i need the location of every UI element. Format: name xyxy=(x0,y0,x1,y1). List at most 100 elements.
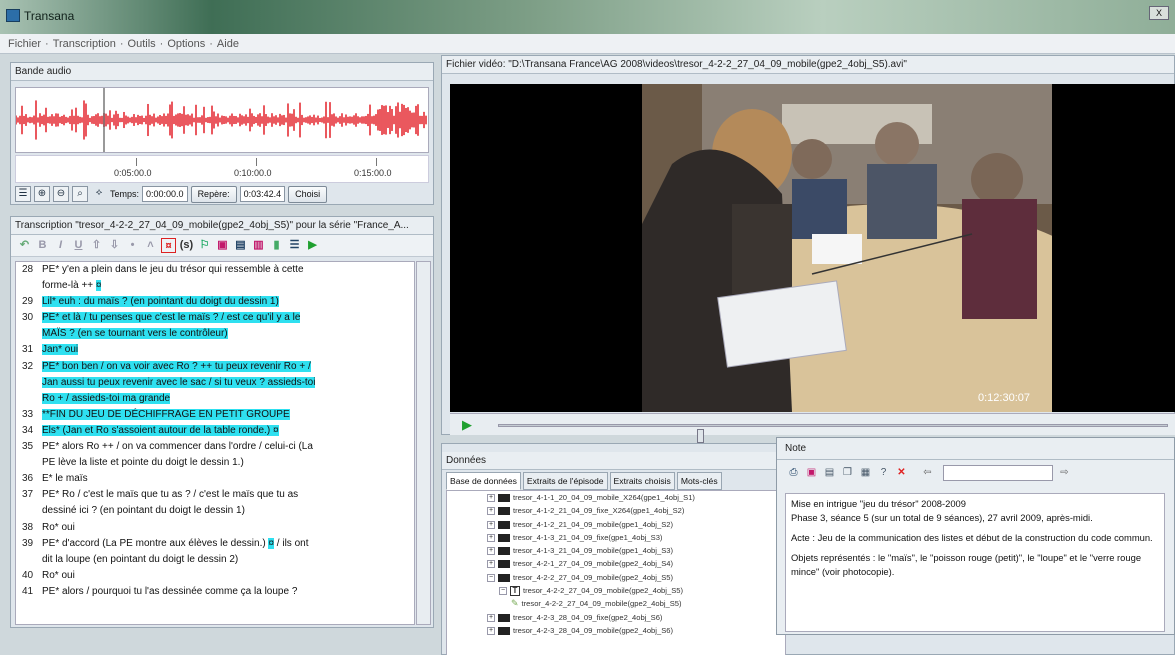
menu-item-transcription[interactable]: Transcription xyxy=(53,38,116,50)
line-number: 33 xyxy=(22,408,34,420)
expand-icon[interactable]: + xyxy=(487,494,495,502)
close-icon[interactable]: ✕ xyxy=(895,466,908,480)
transcript-line[interactable]: 31 Jan* oui xyxy=(16,342,414,358)
tree-item-label: tresor_4-1-3_21_04_09_fixe(gpe1_4obj_S3) xyxy=(513,532,663,542)
italic-icon[interactable]: I xyxy=(53,238,68,253)
tab-extraits-choisis[interactable]: Extraits choisis xyxy=(609,472,675,490)
transcript-line[interactable]: 37 PE* Ro / c'est le maïs que tu as ? / c… xyxy=(16,487,414,503)
tab-mots-cles[interactable]: Mots-clés xyxy=(676,472,722,490)
expand-icon[interactable]: + xyxy=(487,547,495,556)
window-close-button[interactable]: X xyxy=(1149,6,1169,20)
transcript-line[interactable]: 30 PE* et là / tu penses que c'est le maï… xyxy=(16,310,414,326)
transcript-line[interactable]: dessiné ici ? (en pointant du doigt le d… xyxy=(16,503,414,519)
caret-icon[interactable]: ˄ xyxy=(143,238,158,253)
play-icon[interactable]: ▶ xyxy=(305,238,320,253)
expand-icon[interactable]: − xyxy=(487,573,495,582)
menu-item-outils[interactable]: Outils xyxy=(128,38,156,50)
database-tree[interactable]: + tresor_4-1-1_20_04_09_mobile_X264(gpe1_… xyxy=(446,490,786,655)
tree-item[interactable]: − Ttresor_4-2-2_27_04_09_mobile(gpe2_4obj… xyxy=(447,584,785,597)
save-icon[interactable]: ▣ xyxy=(805,466,818,480)
tree-item[interactable]: ✎ tresor_4-2-2_27_04_09_mobile(gpe2_4obj_… xyxy=(447,597,785,610)
line-number: 36 xyxy=(22,473,34,485)
tree-item[interactable]: + tresor_4-2-1_27_04_09_mobile(gpe2_4obj_… xyxy=(447,557,785,570)
tree-item[interactable]: + tresor_4-1-3_21_04_09_mobile(gpe1_4obj_… xyxy=(447,544,785,557)
transcript-line[interactable]: Ro + / assieds-toi ma grande xyxy=(16,391,414,407)
video-area[interactable]: 0:12:30:07 xyxy=(450,84,1175,412)
zoom-in-icon[interactable]: ⊕ xyxy=(34,186,50,202)
tree-item[interactable]: + tresor_4-2-3_28_04_09_mobile(gpe2_4obj_… xyxy=(447,624,785,637)
tree-item[interactable]: + tresor_4-1-1_20_04_09_mobile_X264(gpe1_… xyxy=(447,491,785,504)
note-text[interactable]: Mise en intrigue "jeu du trésor" 2008-20… xyxy=(785,493,1165,632)
video-play-button[interactable]: ▶ xyxy=(462,417,482,433)
tab-extraits-episode[interactable]: Extraits de l'épisode xyxy=(522,472,608,490)
transcription-scrollbar[interactable] xyxy=(416,261,431,625)
pointer-icon[interactable]: • xyxy=(125,238,140,253)
undo-icon[interactable]: ↶ xyxy=(17,238,32,253)
paste-icon[interactable]: ▦ xyxy=(859,466,872,480)
timecode-icon[interactable]: ¤ xyxy=(161,238,176,253)
list-icon[interactable]: ☰ xyxy=(15,186,31,202)
search-icon[interactable]: ⟡ xyxy=(91,186,107,202)
expand-icon[interactable]: + xyxy=(487,560,495,569)
transcript-line[interactable]: 35 PE* alors Ro ++ / on va commencer dans… xyxy=(16,439,414,455)
expand-icon[interactable]: + xyxy=(487,520,495,529)
tree-item[interactable]: + tresor_4-2-3_28_04_09_fixe(gpe2_4obj_S6… xyxy=(447,611,785,624)
expand-icon[interactable]: + xyxy=(487,507,495,516)
line-segment: Ro* oui xyxy=(42,569,75,581)
bold-icon[interactable]: B xyxy=(35,238,50,253)
transcript-line[interactable]: 39 PE* d'accord (La PE montre aux élèves … xyxy=(16,536,414,552)
transcription-text[interactable]: 28 PE* y'en a plein dans le jeu du trésor… xyxy=(15,261,415,625)
expand-icon[interactable]: + xyxy=(487,626,495,635)
repere-button[interactable]: Repère: xyxy=(190,185,237,203)
transcript-line[interactable]: 32 PE* bon ben / on va voir avec Ro ? ++ … xyxy=(16,359,414,375)
menu-item-fichier[interactable]: Fichier xyxy=(8,38,41,50)
expand-icon[interactable]: − xyxy=(499,587,507,596)
transcript-line[interactable]: 29 Lil* euh : du maïs ? (en pointant du d… xyxy=(16,294,414,310)
expand-icon[interactable]: + xyxy=(487,613,495,622)
people-icon[interactable]: ⚐ xyxy=(197,238,212,253)
menu-item-aide[interactable]: Aide xyxy=(217,38,239,50)
arrow-left-icon[interactable]: ⇦ xyxy=(921,466,934,480)
video-seek-bar[interactable] xyxy=(498,424,1168,443)
arrow-up-icon[interactable]: ⇧ xyxy=(89,238,104,253)
transcript-line[interactable]: 38 Ro* oui xyxy=(16,520,414,536)
note-search-input[interactable] xyxy=(943,465,1053,481)
zoom-icon[interactable]: ⌕ xyxy=(72,186,88,202)
transcript-line[interactable]: MAÏS ? (en se tournant vers le contrôleu… xyxy=(16,326,414,342)
document-icon[interactable]: ☰ xyxy=(287,238,302,253)
save-as-icon[interactable]: ▥ xyxy=(251,238,266,253)
underline-icon[interactable]: U xyxy=(71,238,86,253)
tree-item[interactable]: + tresor_4-1-3_21_04_09_fixe(gpe1_4obj_S3… xyxy=(447,531,785,544)
clip-icon[interactable]: ▮ xyxy=(269,238,284,253)
line-number xyxy=(16,503,42,519)
split-icon[interactable]: ▤ xyxy=(233,238,248,253)
arrow-down-icon[interactable]: ⇩ xyxy=(107,238,122,253)
transcript-line[interactable]: Jan aussi tu peux revenir avec le sac / … xyxy=(16,375,414,391)
transcript-line[interactable]: PE lève la liste et pointe du doigt le d… xyxy=(16,455,414,471)
expand-icon[interactable]: + xyxy=(487,533,495,542)
transcript-line[interactable]: 33 **FIN DU JEU DE DÉCHIFFRAGE EN PETIT G… xyxy=(16,407,414,423)
tree-item[interactable]: − tresor_4-2-2_27_04_09_mobile(gpe2_4obj_… xyxy=(447,571,785,584)
transcript-line[interactable]: 28 PE* y'en a plein dans le jeu du trésor… xyxy=(16,262,414,278)
audio-waveform[interactable] xyxy=(15,87,429,153)
choose-button[interactable]: Choisi xyxy=(288,185,328,203)
transcript-line[interactable]: 41 PE* alors / pourquoi tu l'as dessinée … xyxy=(16,584,414,600)
transcript-line[interactable]: forme-là ++ ¤ xyxy=(16,278,414,294)
help-icon[interactable]: ? xyxy=(877,466,890,480)
print-icon[interactable]: ⎙ xyxy=(787,466,800,480)
zoom-out-icon[interactable]: ⊖ xyxy=(53,186,69,202)
video-seek-thumb[interactable] xyxy=(697,429,704,443)
tab-base-de-donnees[interactable]: Base de données xyxy=(446,472,521,490)
arrow-right-icon[interactable]: ⇨ xyxy=(1058,466,1071,480)
copy-icon[interactable]: ❐ xyxy=(841,466,854,480)
transcript-line[interactable]: 34 Els* (Jan et Ro s'assoient autour de l… xyxy=(16,423,414,439)
save-icon[interactable]: ▣ xyxy=(215,238,230,253)
transcript-line[interactable]: dit la loupe (en pointant du doigt le de… xyxy=(16,552,414,568)
menu-item-options[interactable]: Options xyxy=(167,38,205,50)
page-icon[interactable]: ▤ xyxy=(823,466,836,480)
tree-item[interactable]: + tresor_4-1-2_21_04_09_fixe_X264(gpe1_4o… xyxy=(447,504,785,517)
transcript-line[interactable]: 36 E* le maïs xyxy=(16,471,414,487)
transcript-line[interactable]: 40 Ro* oui xyxy=(16,568,414,584)
seconds-icon[interactable]: (s) xyxy=(179,238,194,253)
tree-item[interactable]: + tresor_4-1-2_21_04_09_mobile(gpe1_4obj_… xyxy=(447,518,785,531)
